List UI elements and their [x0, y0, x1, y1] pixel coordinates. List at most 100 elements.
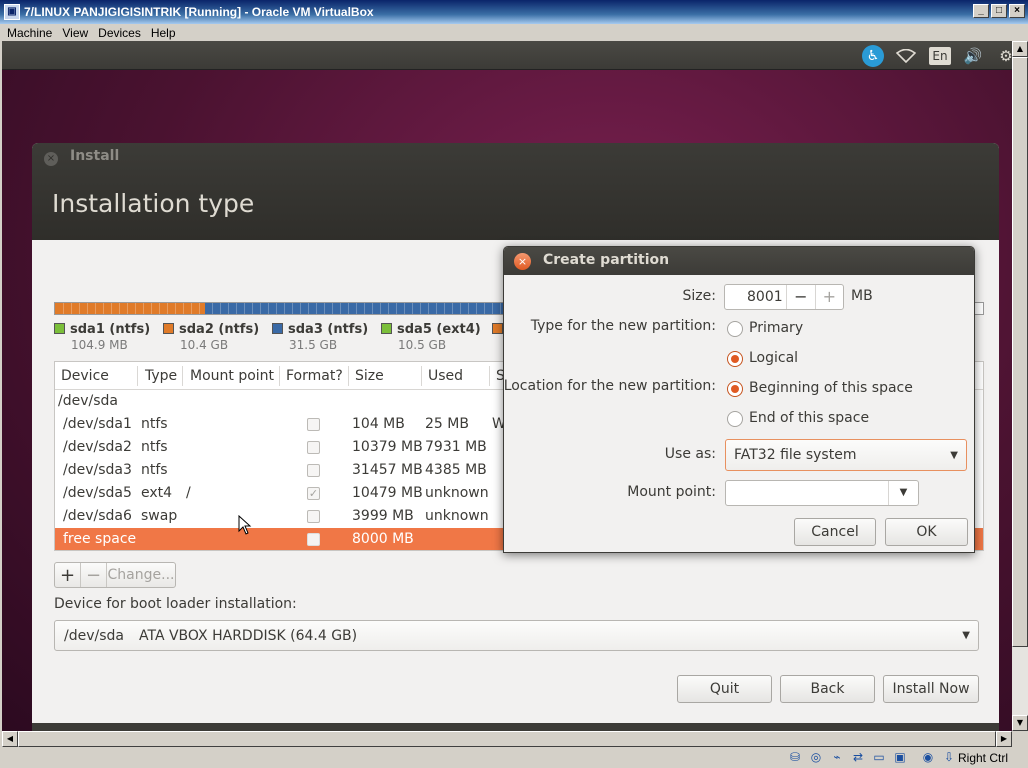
scroll-up-icon[interactable]: ▲	[1012, 41, 1028, 57]
wifi-icon[interactable]	[895, 46, 917, 66]
legend-swatch	[272, 323, 283, 334]
mount-point-combo[interactable]: ▼	[725, 480, 919, 506]
capture-icon[interactable]: ◉	[920, 750, 936, 766]
remove-partition-button[interactable]: −	[81, 563, 107, 587]
chevron-down-icon[interactable]: ▼	[888, 481, 918, 505]
menu-help[interactable]: Help	[146, 26, 181, 40]
cell-device: /dev/sda1	[63, 416, 132, 432]
cell-size: 8000 MB	[352, 531, 414, 547]
cell-used: unknown	[425, 485, 489, 501]
vbox-window-title: 7/LINUX PANJIGIGISINTRIK [Running] - Ora…	[24, 5, 374, 19]
partition-type-label: Type for the new partition:	[530, 318, 716, 334]
close-button[interactable]: ×	[1009, 4, 1025, 18]
col-size[interactable]: Size	[355, 368, 384, 384]
size-input[interactable]: 8001	[725, 285, 786, 309]
location-beginning-radio[interactable]	[727, 381, 743, 397]
accessibility-icon[interactable]: ♿	[862, 45, 884, 67]
legend-swatch	[492, 323, 503, 334]
host-key-label: Right Ctrl	[958, 751, 1009, 765]
virtualbox-app-icon[interactable]: ▣	[4, 4, 20, 20]
type-logical-radio[interactable]	[727, 351, 743, 367]
type-primary-label[interactable]: Primary	[749, 320, 803, 336]
scroll-left-icon[interactable]: ◀	[2, 731, 18, 747]
boot-loader-desc: ATA VBOX HARDDISK (64.4 GB)	[139, 628, 358, 644]
cell-size: 104 MB	[352, 416, 405, 432]
format-checkbox[interactable]	[307, 441, 320, 454]
cell-size: 10479 MB	[352, 485, 423, 501]
menu-machine[interactable]: Machine	[2, 26, 57, 40]
legend-item-sda3: sda3 (ntfs) 31.5 GB	[272, 322, 368, 352]
menu-devices[interactable]: Devices	[93, 26, 146, 40]
scroll-right-icon[interactable]: ▶	[996, 731, 1012, 747]
cell-mount: /	[186, 485, 191, 501]
use-as-select[interactable]: FAT32 file system ▼	[725, 439, 967, 471]
format-checkbox[interactable]: ✓	[307, 487, 320, 500]
col-mount-point[interactable]: Mount point	[190, 368, 274, 384]
host-key-icon[interactable]: ⇩	[941, 750, 957, 766]
location-beginning-label[interactable]: Beginning of this space	[749, 380, 913, 396]
cell-device: /dev/sda3	[63, 462, 132, 478]
col-format[interactable]: Format?	[286, 368, 343, 384]
location-end-radio[interactable]	[727, 411, 743, 427]
optical-drive-icon[interactable]: ◎	[808, 750, 824, 766]
format-checkbox[interactable]	[307, 533, 320, 546]
cell-type: ext4	[141, 485, 173, 501]
create-partition-dialog: × Create partition Size: 8001 − + MB Typ…	[503, 246, 975, 553]
format-checkbox[interactable]	[307, 464, 320, 477]
usb-icon[interactable]: ⌁	[829, 750, 845, 766]
location-end-label[interactable]: End of this space	[749, 410, 869, 426]
installer-footer	[32, 723, 999, 731]
size-decrement-button[interactable]: −	[786, 285, 814, 309]
legend-item-sda2: sda2 (ntfs) 10.4 GB	[163, 322, 259, 352]
size-stepper[interactable]: 8001 − +	[724, 284, 844, 310]
size-unit: MB	[851, 288, 873, 304]
shared-folders-icon[interactable]: ▭	[871, 750, 887, 766]
keyboard-language-indicator[interactable]: En	[929, 47, 951, 65]
vertical-scroll-thumb[interactable]	[1012, 57, 1028, 647]
chevron-down-icon: ▼	[950, 450, 958, 461]
use-as-label: Use as:	[664, 446, 716, 462]
cell-type: swap	[141, 508, 178, 524]
install-now-button[interactable]: Install Now	[883, 675, 979, 703]
hard-disk-icon[interactable]: ⛁	[787, 750, 803, 766]
col-device[interactable]: Device	[61, 368, 109, 384]
display-icon[interactable]: ▣	[892, 750, 908, 766]
vertical-scrollbar[interactable]: ▲ ▼	[1012, 41, 1028, 731]
cell-used: 4385 MB	[425, 462, 487, 478]
horizontal-scrollbar[interactable]: ◀ ▶	[2, 731, 1012, 747]
maximize-button[interactable]: □	[991, 4, 1007, 18]
boot-loader-label: Device for boot loader installation:	[54, 596, 297, 612]
cell-device: /dev/sda5	[63, 485, 132, 501]
network-icon[interactable]: ⇄	[850, 750, 866, 766]
menu-view[interactable]: View	[57, 26, 93, 40]
ok-button[interactable]: OK	[885, 518, 968, 546]
cancel-button[interactable]: Cancel	[794, 518, 876, 546]
legend-item-sda5: sda5 (ext4) 10.5 GB	[381, 322, 481, 352]
minimize-button[interactable]: _	[973, 4, 989, 18]
installer-close-icon[interactable]: ×	[44, 152, 58, 166]
size-increment-button[interactable]: +	[814, 285, 843, 309]
dialog-close-icon[interactable]: ×	[514, 253, 531, 270]
format-checkbox[interactable]	[307, 418, 320, 431]
format-checkbox[interactable]	[307, 510, 320, 523]
back-button[interactable]: Back	[780, 675, 875, 703]
col-used[interactable]: Used	[428, 368, 463, 384]
ubuntu-top-panel: ♿ En 🔊 ⚙	[2, 41, 1012, 70]
type-logical-label[interactable]: Logical	[749, 350, 798, 366]
legend-swatch	[54, 323, 65, 334]
horizontal-scroll-thumb[interactable]	[18, 731, 996, 747]
volume-icon[interactable]: 🔊	[962, 46, 984, 66]
type-primary-radio[interactable]	[727, 321, 743, 337]
boot-loader-select[interactable]: /dev/sda ATA VBOX HARDDISK (64.4 GB) ▼	[54, 620, 979, 651]
legend-item-sda1: sda1 (ntfs) 104.9 MB	[54, 322, 150, 352]
legend-swatch	[163, 323, 174, 334]
quit-button[interactable]: Quit	[677, 675, 772, 703]
add-partition-button[interactable]: +	[55, 563, 81, 587]
chevron-down-icon: ▼	[962, 630, 970, 641]
scroll-down-icon[interactable]: ▼	[1012, 715, 1028, 731]
col-type[interactable]: Type	[145, 368, 177, 384]
change-partition-button[interactable]: Change...	[107, 563, 175, 587]
dialog-title: Create partition	[543, 252, 670, 268]
boot-loader-device: /dev/sda	[64, 628, 124, 644]
gear-icon[interactable]: ⚙	[997, 46, 1012, 66]
